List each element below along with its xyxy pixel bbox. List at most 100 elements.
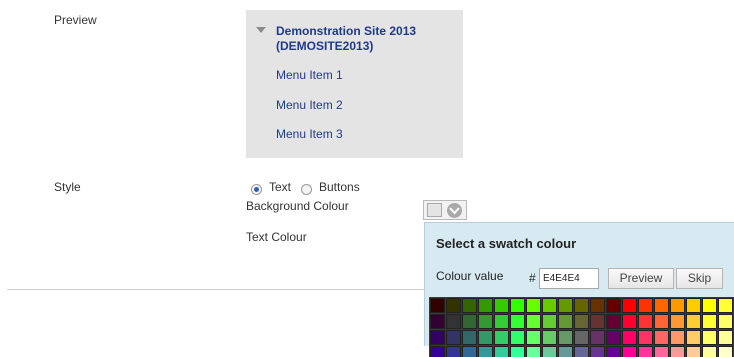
swatch-colour-cell[interactable] [638, 346, 653, 357]
swatch-colour-cell[interactable] [478, 330, 493, 345]
swatch-colour-cell[interactable] [430, 314, 445, 329]
background-colour-label: Background Colour [246, 199, 349, 213]
swatch-colour-cell[interactable] [590, 330, 605, 345]
swatch-colour-cell[interactable] [574, 330, 589, 345]
swatch-colour-cell[interactable] [446, 314, 461, 329]
preview-menu-item-1[interactable]: Menu Item 1 [276, 68, 343, 82]
radio-buttons[interactable] [301, 184, 312, 195]
swatch-colour-cell[interactable] [526, 330, 541, 345]
swatch-colour-cell[interactable] [574, 298, 589, 313]
text-colour-label: Text Colour [246, 230, 307, 244]
popup-title: Select a swatch colour [436, 236, 577, 251]
swatch-colour-cell[interactable] [686, 298, 701, 313]
swatch-colour-cell[interactable] [686, 346, 701, 357]
swatch-colour-cell[interactable] [542, 330, 557, 345]
swatch-colour-cell[interactable] [542, 314, 557, 329]
preview-button[interactable]: Preview [608, 268, 674, 289]
swatch-colour-cell[interactable] [702, 298, 717, 313]
swatch-colour-cell[interactable] [526, 346, 541, 357]
swatch-colour-cell[interactable] [606, 330, 621, 345]
swatch-colour-cell[interactable] [462, 314, 477, 329]
swatch-colour-cell[interactable] [558, 330, 573, 345]
swatch-colour-cell[interactable] [558, 346, 573, 357]
preview-box: Demonstration Site 2013 (DEMOSITE2013) M… [246, 10, 463, 158]
hash-symbol: # [529, 271, 536, 285]
swatch-colour-cell[interactable] [654, 346, 669, 357]
swatch-colour-cell[interactable] [558, 298, 573, 313]
swatch-colour-cell[interactable] [526, 298, 541, 313]
swatch-colour-cell[interactable] [638, 330, 653, 345]
swatch-colour-cell[interactable] [670, 330, 685, 345]
swatch-colour-cell[interactable] [606, 298, 621, 313]
swatch-colour-cell[interactable] [542, 346, 557, 357]
swatch-colour-cell[interactable] [654, 298, 669, 313]
swatch-colour-cell[interactable] [542, 298, 557, 313]
swatch-colour-cell[interactable] [686, 314, 701, 329]
swatch-colour-cell[interactable] [702, 330, 717, 345]
swatch-colour-cell[interactable] [462, 330, 477, 345]
swatch-colour-cell[interactable] [590, 298, 605, 313]
swatch-colour-cell[interactable] [718, 330, 733, 345]
swatch-colour-cell[interactable] [702, 314, 717, 329]
swatch-colour-cell[interactable] [494, 314, 509, 329]
swatch-colour-cell[interactable] [478, 314, 493, 329]
preview-menu-item-2[interactable]: Menu Item 2 [276, 98, 343, 112]
preview-menu-item-3[interactable]: Menu Item 3 [276, 127, 343, 141]
swatch-colour-cell[interactable] [574, 346, 589, 357]
current-colour-swatch [427, 203, 442, 217]
swatch-colour-cell[interactable] [622, 314, 637, 329]
swatch-colour-cell[interactable] [670, 314, 685, 329]
swatch-colour-cell[interactable] [670, 346, 685, 357]
background-colour-picker-button[interactable] [423, 200, 467, 220]
swatch-colour-cell[interactable] [478, 346, 493, 357]
swatch-colour-cell[interactable] [446, 330, 461, 345]
swatch-colour-cell[interactable] [638, 298, 653, 313]
swatch-colour-cell[interactable] [510, 314, 525, 329]
swatch-colour-cell[interactable] [702, 346, 717, 357]
swatch-colour-cell[interactable] [670, 298, 685, 313]
chevron-down-icon[interactable] [447, 203, 462, 218]
radio-text-label: Text [269, 180, 292, 194]
swatch-colour-cell[interactable] [558, 314, 573, 329]
swatch-colour-cell[interactable] [446, 298, 461, 313]
swatch-colour-cell[interactable] [462, 298, 477, 313]
swatch-colour-cell[interactable] [430, 346, 445, 357]
swatch-colour-cell[interactable] [510, 298, 525, 313]
swatch-colour-cell[interactable] [478, 298, 493, 313]
swatch-colour-cell[interactable] [686, 330, 701, 345]
swatch-colour-cell[interactable] [654, 314, 669, 329]
preview-label: Preview [54, 13, 97, 27]
colour-value-input[interactable] [539, 268, 599, 289]
swatch-colour-cell[interactable] [718, 314, 733, 329]
swatch-colour-cell[interactable] [654, 330, 669, 345]
swatch-colour-cell[interactable] [526, 314, 541, 329]
swatch-colour-cell[interactable] [606, 314, 621, 329]
swatch-colour-cell[interactable] [590, 314, 605, 329]
swatch-colour-cell[interactable] [430, 330, 445, 345]
preview-site-title[interactable]: Demonstration Site 2013 (DEMOSITE2013) [276, 24, 456, 54]
swatch-colour-cell[interactable] [462, 346, 477, 357]
swatch-colour-cell[interactable] [638, 314, 653, 329]
swatch-colour-cell[interactable] [430, 298, 445, 313]
swatch-colour-cell[interactable] [494, 298, 509, 313]
collapse-triangle-icon[interactable] [256, 27, 266, 33]
radio-text[interactable] [251, 184, 262, 195]
style-label: Style [54, 180, 81, 194]
skip-button[interactable]: Skip [676, 268, 723, 289]
swatch-colour-cell[interactable] [622, 346, 637, 357]
swatch-colour-cell[interactable] [446, 346, 461, 357]
swatch-colour-cell[interactable] [622, 330, 637, 345]
swatch-colour-cell[interactable] [718, 298, 733, 313]
swatch-colour-cell[interactable] [622, 298, 637, 313]
swatch-colour-cell[interactable] [510, 346, 525, 357]
swatch-colour-cell[interactable] [510, 330, 525, 345]
swatch-colour-cell[interactable] [718, 346, 733, 357]
colour-value-label: Colour value [436, 269, 504, 283]
swatch-colour-cell[interactable] [590, 346, 605, 357]
radio-buttons-label: Buttons [319, 180, 360, 194]
swatch-grid-panel [429, 297, 734, 357]
swatch-colour-cell[interactable] [494, 330, 509, 345]
swatch-colour-cell[interactable] [574, 314, 589, 329]
swatch-colour-cell[interactable] [606, 346, 621, 357]
swatch-colour-cell[interactable] [494, 346, 509, 357]
